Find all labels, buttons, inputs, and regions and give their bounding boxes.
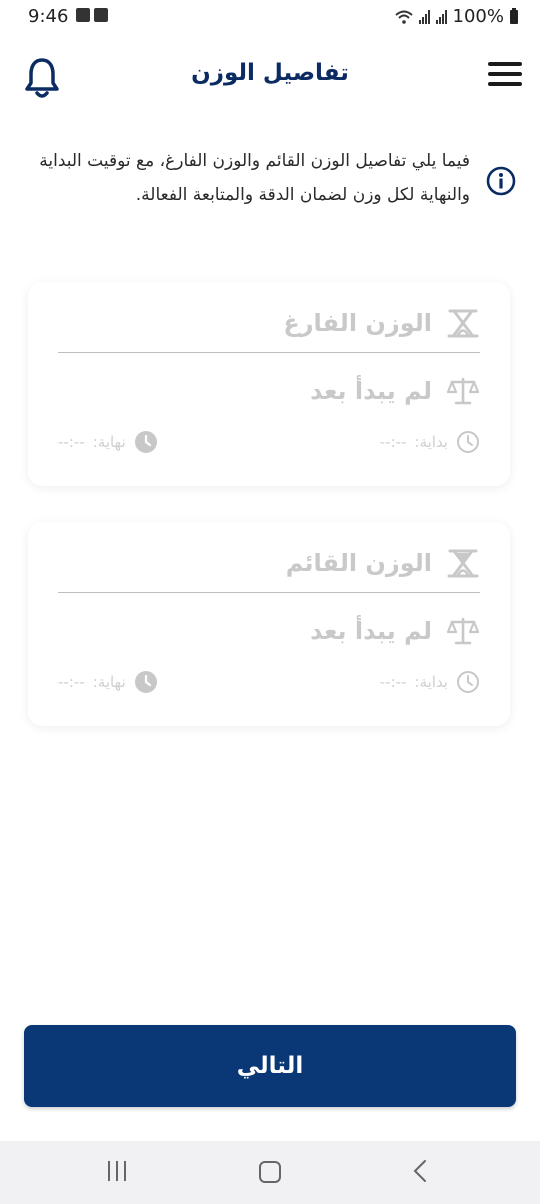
- loaded-scale-icon: [447, 549, 479, 578]
- balance-icon: [446, 377, 480, 405]
- hamburger-menu-icon[interactable]: [488, 62, 522, 88]
- card-title: الوزن القائم: [285, 549, 432, 577]
- app-header: تفاصيل الوزن: [0, 40, 540, 110]
- end-label: نهاية:: [92, 433, 126, 451]
- next-button[interactable]: التالي: [24, 1025, 516, 1107]
- card-title-row: الوزن الفارغ: [283, 308, 480, 338]
- info-icon: [486, 166, 516, 196]
- divider: [58, 352, 480, 353]
- end-value: --:--: [58, 433, 85, 451]
- status-right: 100%: [394, 6, 518, 27]
- clock-outline-icon: [457, 431, 479, 453]
- wifi-icon: [394, 10, 413, 24]
- start-label: بداية:: [414, 433, 449, 451]
- end-time: نهاية: --:--: [58, 670, 158, 694]
- home-icon[interactable]: [259, 1161, 281, 1183]
- start-time: بداية: --:--: [380, 670, 480, 694]
- page-title: تفاصيل الوزن: [191, 60, 349, 86]
- empty-weight-card[interactable]: الوزن الفارغ لم يبدأ بعد بداية: --:-- نه…: [28, 282, 510, 486]
- status-row: لم يبدأ بعد: [310, 376, 480, 406]
- loaded-weight-card[interactable]: الوزن القائم لم يبدأ بعد بداية: --:-- نه…: [28, 522, 510, 726]
- recent-apps-icon[interactable]: [108, 1161, 126, 1181]
- outlook-icon: [76, 8, 90, 22]
- signal-icon-2: [435, 9, 447, 24]
- start-time: بداية: --:--: [380, 430, 480, 454]
- start-value: --:--: [379, 433, 407, 451]
- back-icon[interactable]: [412, 1159, 428, 1183]
- card-title: الوزن الفارغ: [283, 309, 432, 337]
- status-time: 9:46: [28, 6, 69, 27]
- battery-icon: [510, 7, 518, 24]
- start-value: --:--: [379, 673, 407, 691]
- system-nav-bar: [0, 1141, 540, 1204]
- balance-icon: [446, 617, 480, 645]
- teams-icon: [94, 8, 108, 22]
- divider: [58, 592, 480, 593]
- end-label: نهاية:: [92, 673, 126, 691]
- info-text: فيما يلي تفاصيل الوزن القائم والوزن الفا…: [39, 151, 470, 205]
- status-bar: 9:46 100%: [0, 0, 540, 36]
- clock-filled-icon: [134, 671, 157, 693]
- weight-status: لم يبدأ بعد: [310, 377, 432, 405]
- end-time: نهاية: --:--: [58, 430, 158, 454]
- status-row: لم يبدأ بعد: [310, 616, 480, 646]
- notification-icons: [76, 8, 108, 22]
- empty-scale-icon: [447, 309, 479, 338]
- signal-icon: [418, 9, 430, 24]
- battery-percent: 100%: [452, 6, 504, 27]
- clock-outline-icon: [457, 671, 479, 693]
- card-title-row: الوزن القائم: [286, 548, 480, 578]
- start-label: بداية:: [414, 673, 449, 691]
- weight-status: لم يبدأ بعد: [310, 617, 432, 645]
- clock-filled-icon: [134, 431, 157, 453]
- end-value: --:--: [58, 673, 85, 691]
